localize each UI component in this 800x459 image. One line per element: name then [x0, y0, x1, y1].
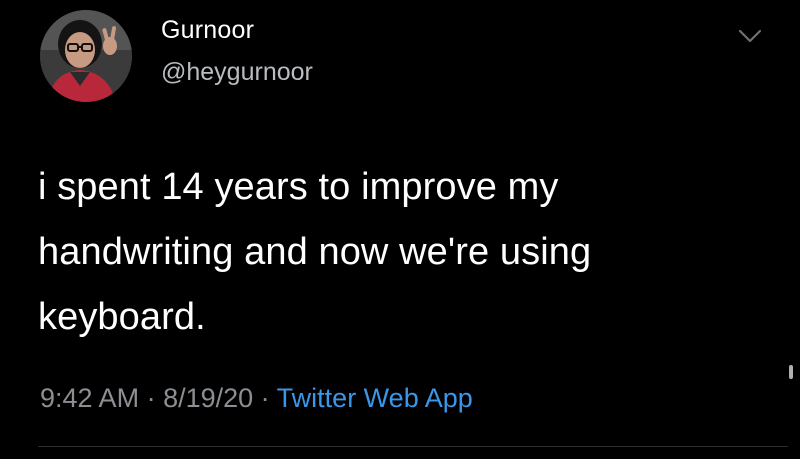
tweet-source-link[interactable]: Twitter Web App [277, 383, 473, 413]
meta-separator: · [253, 383, 277, 413]
tweet-text: i spent 14 years to improve my handwriti… [38, 155, 758, 350]
chevron-down-icon[interactable] [735, 24, 765, 48]
tweet-time[interactable]: 9:42 AM [40, 383, 139, 413]
scrollbar-thumb[interactable] [789, 365, 793, 379]
meta-separator: · [139, 383, 164, 413]
avatar[interactable] [40, 10, 132, 102]
tweet-text-line: keyboard. [38, 296, 206, 338]
tweet-text-line: handwriting and now we're using [38, 231, 592, 273]
author-display-name[interactable]: Gurnoor [161, 16, 254, 45]
divider [38, 446, 788, 447]
tweet-date[interactable]: 8/19/20 [163, 383, 253, 413]
author-handle[interactable]: @heygurnoor [161, 58, 313, 87]
tweet-card: Gurnoor @heygurnoor i spent 14 years to … [0, 0, 800, 459]
avatar-photo-icon [40, 10, 132, 102]
tweet-text-line: i spent 14 years to improve my [38, 166, 559, 208]
tweet-metadata: 9:42 AM · 8/19/20 · Twitter Web App [40, 383, 473, 414]
